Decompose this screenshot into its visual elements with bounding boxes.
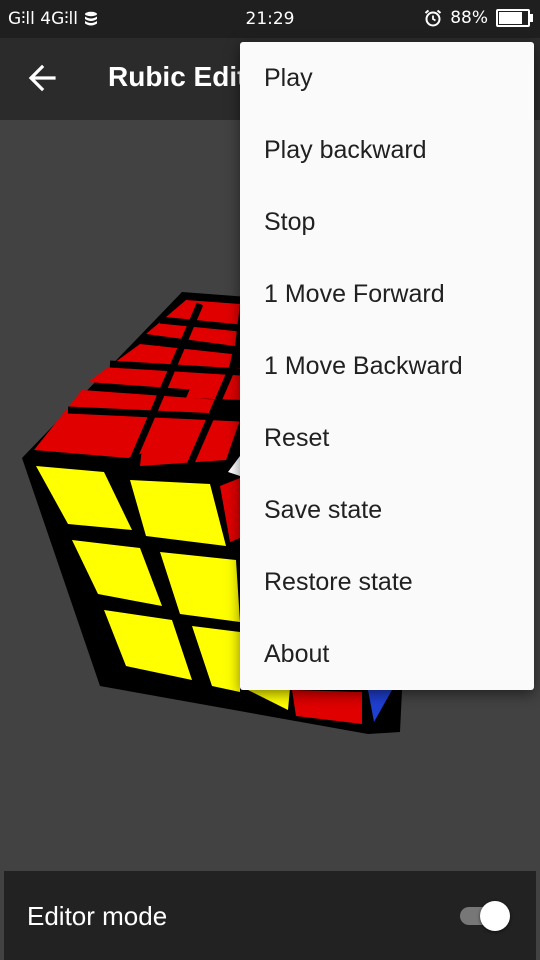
menu-item-play[interactable]: Play bbox=[240, 42, 534, 114]
menu-item-about[interactable]: About bbox=[240, 618, 534, 690]
menu-item-save-state[interactable]: Save state bbox=[240, 474, 534, 546]
page-title: Rubic Edit bbox=[108, 61, 247, 92]
menu-item-move-forward[interactable]: 1 Move Forward bbox=[240, 258, 534, 330]
battery-fill bbox=[499, 12, 522, 24]
battery-icon bbox=[496, 9, 533, 27]
arrow-left-icon[interactable] bbox=[18, 54, 66, 102]
battery-percent: 88% bbox=[450, 8, 488, 28]
menu-item-move-backward[interactable]: 1 Move Backward bbox=[240, 330, 534, 402]
alarm-icon bbox=[425, 9, 442, 27]
editor-mode-switch[interactable] bbox=[458, 899, 512, 931]
overflow-menu: Play Play backward Stop 1 Move Forward 1… bbox=[240, 42, 534, 690]
editor-mode-label: Editor mode bbox=[27, 901, 168, 931]
status-right: 88% bbox=[424, 8, 533, 28]
status-bar: G⫶ll 4G⫶ll 21:29 88% bbox=[0, 0, 540, 38]
switch-thumb bbox=[480, 901, 510, 931]
editor-mode-bar: Editor mode bbox=[4, 871, 536, 960]
menu-item-stop[interactable]: Stop bbox=[240, 186, 534, 258]
menu-item-restore-state[interactable]: Restore state bbox=[240, 546, 534, 618]
menu-item-play-backward[interactable]: Play backward bbox=[240, 114, 534, 186]
menu-item-reset[interactable]: Reset bbox=[240, 402, 534, 474]
